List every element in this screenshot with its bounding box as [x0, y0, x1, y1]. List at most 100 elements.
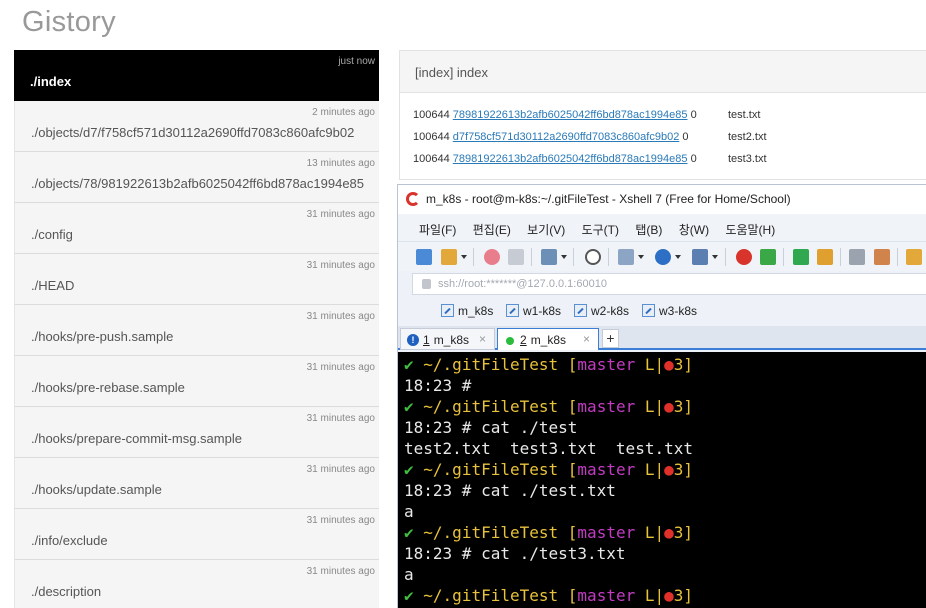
xshell-window: m_k8s - root@m-k8s:~/.gitFileTest - Xshe…: [397, 184, 926, 608]
file-item[interactable]: 31 minutes ago ./hooks/pre-push.sample: [14, 305, 379, 356]
quick-session-label: w2-k8s: [591, 304, 630, 318]
disconnect-icon[interactable]: [508, 249, 524, 265]
quick-session-m-k8s[interactable]: m_k8s: [441, 304, 493, 318]
chevron-down-icon[interactable]: [712, 255, 718, 259]
tab-number: 2: [520, 333, 527, 347]
tree-stage: 0: [690, 153, 697, 165]
add-icon[interactable]: [906, 249, 922, 265]
menu-window[interactable]: 창(W): [679, 221, 709, 238]
quick-session-label: m_k8s: [458, 304, 494, 318]
detail-header: [index] index: [400, 51, 926, 93]
terminal-line: 18:23 # cat ./test: [404, 418, 578, 437]
prompt-line: ✔ ~/.gitFileTest [master L|●3]: [404, 397, 694, 416]
tree-row: 100644 78981922613b2afb6025042ff6bd878ac…: [413, 109, 760, 121]
menu-help[interactable]: 도움말(H): [725, 221, 775, 238]
file-item[interactable]: 31 minutes ago ./hooks/update.sample: [14, 458, 379, 509]
file-path: ./objects/d7/f758cf571d30112a2690ffd7083…: [31, 125, 355, 140]
file-item[interactable]: 31 minutes ago ./info/exclude: [14, 509, 379, 560]
menu-bar: 파일(F) 편집(E) 보기(V) 도구(T) 탭(B) 창(W) 도움말(H): [398, 214, 926, 241]
add-tab-button[interactable]: +: [602, 329, 619, 348]
file-time: 31 minutes ago: [306, 260, 375, 271]
terminal[interactable]: ✔ ~/.gitFileTest [master L|●3] 18:23 # ✔…: [398, 352, 926, 608]
window-titlebar[interactable]: m_k8s - root@m-k8s:~/.gitFileTest - Xshe…: [398, 185, 926, 214]
fullscreen-icon[interactable]: [793, 249, 809, 265]
file-item[interactable]: 31 minutes ago ./description: [14, 560, 379, 608]
prompt-line: ✔ ~/.gitFileTest [master L|●3]: [404, 523, 694, 542]
quick-session-w3-k8s[interactable]: w3-k8s: [642, 304, 697, 318]
xshell-icon[interactable]: [736, 249, 752, 265]
address-bar[interactable]: ssh://root:*******@127.0.0.1:60010: [412, 273, 926, 295]
font-icon[interactable]: [692, 249, 708, 265]
file-time: 31 minutes ago: [306, 413, 375, 424]
toolbar-divider: [473, 248, 474, 266]
tab-label: m_k8s: [433, 333, 470, 347]
terminal-line: a: [404, 502, 414, 521]
tab-label: m_k8s: [530, 333, 567, 347]
quick-session-label: w1-k8s: [523, 304, 562, 318]
tree-row: 100644 78981922613b2afb6025042ff6bd878ac…: [413, 153, 767, 165]
chevron-down-icon[interactable]: [638, 255, 644, 259]
terminal-line: 18:23 # cat ./test.txt: [404, 481, 616, 500]
close-icon[interactable]: ×: [479, 332, 486, 346]
shortcut-icon: [506, 304, 519, 317]
menu-tools[interactable]: 도구(T): [582, 221, 619, 238]
layout-icon[interactable]: [618, 249, 634, 265]
detail-panel: [index] index 100644 78981922613b2afb602…: [399, 50, 926, 180]
file-list: just now ./index 2 minutes ago ./objects…: [14, 50, 379, 608]
open-folder-icon[interactable]: [441, 249, 457, 265]
quick-session-w1-k8s[interactable]: w1-k8s: [506, 304, 561, 318]
file-time: 31 minutes ago: [306, 464, 375, 475]
file-time: just now: [338, 56, 375, 67]
toolbar: [398, 241, 926, 271]
chevron-down-icon[interactable]: [461, 255, 467, 259]
prompt-line: ✔ ~/.gitFileTest [master L|●3]: [404, 586, 694, 605]
file-item[interactable]: 13 minutes ago ./objects/78/981922613b2a…: [14, 152, 379, 203]
terminal-line: 18:23 #: [404, 376, 472, 395]
terminal-line: test2.txt test3.txt test.txt: [404, 439, 693, 458]
file-item[interactable]: just now ./index: [14, 50, 379, 101]
tree-sha-link[interactable]: d7f758cf571d30112a2690ffd7083c860afc9b02: [453, 131, 680, 143]
file-item[interactable]: 31 minutes ago ./hooks/prepare-commit-ms…: [14, 407, 379, 458]
globe-icon[interactable]: [655, 249, 671, 265]
file-time: 31 minutes ago: [306, 515, 375, 526]
file-item[interactable]: 31 minutes ago ./hooks/pre-rebase.sample: [14, 356, 379, 407]
close-icon[interactable]: ×: [583, 332, 590, 346]
xftp-icon[interactable]: [760, 249, 776, 265]
tree-stage: 0: [682, 131, 689, 143]
new-session-icon[interactable]: [416, 249, 432, 265]
reconnect-icon[interactable]: [484, 249, 500, 265]
file-path: ./index: [30, 74, 72, 89]
shortcut-icon: [574, 304, 587, 317]
connected-status-icon: [506, 337, 514, 345]
keyboard-icon[interactable]: [849, 249, 865, 265]
lock-icon[interactable]: [817, 249, 833, 265]
tab-session-2[interactable]: 2 m_k8s ×: [497, 328, 599, 350]
file-item[interactable]: 31 minutes ago ./config: [14, 203, 379, 254]
file-time: 2 minutes ago: [312, 107, 375, 118]
properties-icon[interactable]: [541, 249, 557, 265]
menu-view[interactable]: 보기(V): [527, 221, 565, 238]
tree-filename: test2.txt: [728, 131, 767, 143]
prompt-line: ✔ ~/.gitFileTest [master L|●3]: [404, 460, 694, 479]
menu-file[interactable]: 파일(F): [419, 221, 456, 238]
pen-icon[interactable]: [874, 249, 890, 265]
session-tabs: ! 1 m_k8s × 2 m_k8s × +: [398, 326, 926, 350]
search-icon[interactable]: [585, 249, 601, 265]
file-path: ./hooks/prepare-commit-msg.sample: [31, 431, 242, 446]
menu-tab[interactable]: 탭(B): [635, 221, 662, 238]
file-time: 31 minutes ago: [306, 209, 375, 220]
tab-session-1[interactable]: ! 1 m_k8s ×: [400, 328, 495, 350]
file-item[interactable]: 2 minutes ago ./objects/d7/f758cf571d301…: [14, 101, 379, 152]
toolbar-divider: [573, 248, 574, 266]
tree-sha-link[interactable]: 78981922613b2afb6025042ff6bd878ac1994e85: [453, 153, 688, 165]
toolbar-divider: [840, 248, 841, 266]
chevron-down-icon[interactable]: [675, 255, 681, 259]
chevron-down-icon[interactable]: [561, 255, 567, 259]
menu-edit[interactable]: 편집(E): [473, 221, 511, 238]
toolbar-divider: [608, 248, 609, 266]
toolbar-divider: [725, 248, 726, 266]
tree-sha-link[interactable]: 78981922613b2afb6025042ff6bd878ac1994e85: [453, 109, 688, 121]
quick-session-w2-k8s[interactable]: w2-k8s: [574, 304, 629, 318]
shortcut-icon: [642, 304, 655, 317]
file-item[interactable]: 31 minutes ago ./HEAD: [14, 254, 379, 305]
